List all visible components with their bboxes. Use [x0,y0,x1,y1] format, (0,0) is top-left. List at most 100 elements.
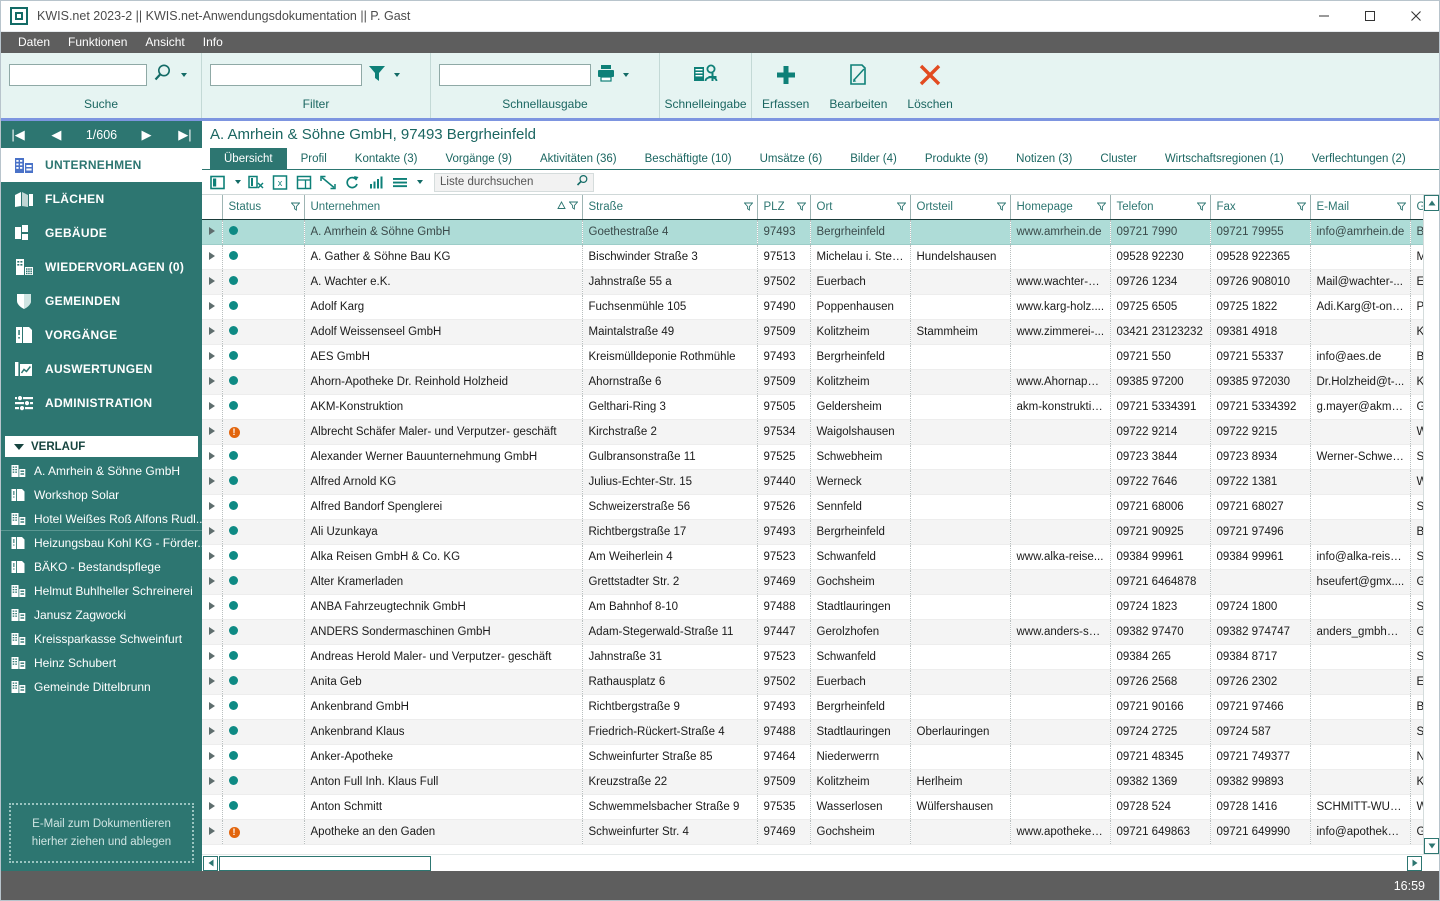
filter-icon[interactable] [1396,202,1406,212]
row-expander[interactable] [202,644,223,670]
col-status[interactable]: Status [222,195,305,220]
search-caret-icon[interactable] [181,73,187,77]
filter-icon[interactable] [290,202,300,212]
sidebar-item-vorgaenge[interactable]: VORGÄNGE [1,318,202,352]
sidebar-item-wiedervorlagen[interactable]: WIEDERVORLAGEN (0) [1,250,202,284]
table-row[interactable]: Anton Schmitt Schwemmelsbacher Straße 9 97… [202,794,1423,820]
list-item[interactable]: Kreissparkasse Schweinfurt [1,627,202,651]
table-row[interactable]: Adolf Weissenseel GmbH Maintalstraße 49 97… [202,319,1423,345]
row-expander[interactable] [202,444,223,470]
list-item[interactable]: Hotel Weißes Roß Alfons Rudl... [1,507,202,531]
table-row[interactable]: Alfred Arnold KG Julius-Echter-Str. 15 974… [202,469,1423,495]
pager-next-button[interactable]: ▶ [138,127,156,143]
table-row[interactable]: ANDERS Sondermaschinen GmbH Adam-Stegerwa… [202,619,1423,645]
tab-profil[interactable]: Profil [287,148,341,169]
table-row[interactable]: Ankenbrand Klaus Friedrich-Rückert-Straße… [202,719,1423,745]
columns-icon[interactable] [208,173,228,191]
tab-notizen[interactable]: Notizen (3) [1002,148,1086,169]
menu-item-info[interactable]: Info [194,32,232,53]
sidebar-item-flaechen[interactable]: FLÄCHEN [1,182,202,216]
table-row[interactable]: Anker-Apotheke Schweinfurter Straße 85 974… [202,744,1423,770]
table-row[interactable]: Ankenbrand GmbH Richtbergstraße 9 97493 Ber… [202,694,1423,720]
tab-cluster[interactable]: Cluster [1086,148,1150,169]
table-row[interactable]: Ahorn-Apotheke Dr. Reinhold Holzheid Ahor… [202,369,1423,395]
filter-icon[interactable] [1296,202,1306,212]
row-expander[interactable] [202,344,223,370]
filter-caret-icon[interactable] [394,73,400,77]
tab-wirtschaftsregionen[interactable]: Wirtschaftsregionen (1) [1151,148,1298,169]
row-expander[interactable] [202,419,223,445]
col-strasse[interactable]: Straße [582,195,758,220]
col-telefon[interactable]: Telefon [1110,195,1211,220]
columns-caret-icon[interactable] [232,173,242,191]
scroll-up-button[interactable] [1424,195,1439,211]
list-item[interactable]: Heinz Schubert [1,651,202,675]
print-caret-icon[interactable] [623,73,629,77]
row-expander[interactable] [202,794,223,820]
minimize-icon[interactable] [1301,1,1347,32]
list-item[interactable]: Janusz Zagwocki [1,603,202,627]
pager-first-button[interactable]: |◀ [9,127,27,143]
sidebar-item-administration[interactable]: ADMINISTRATION [1,386,202,420]
sidebar-item-unternehmen[interactable]: UNTERNEHMEN [1,148,202,182]
row-expander[interactable] [202,244,223,270]
row-expander[interactable] [202,619,223,645]
tab-kontakte[interactable]: Kontakte (3) [341,148,432,169]
table-row[interactable]: ! Apotheke an den Gaden Schweinfurter Str.… [202,819,1423,845]
table-row[interactable]: Adolf Karg Fuchsenmühle 105 97490 Poppenhau… [202,294,1423,320]
table-row[interactable]: A. Gather & Söhne Bau KG Bischwinder Stra… [202,244,1423,270]
row-expander[interactable] [202,769,223,795]
erfassen-button[interactable]: Erfassen [752,53,819,118]
table-row[interactable]: AKM-Konstruktion Gelthari-Ring 3 97505 Geld… [202,394,1423,420]
list-item[interactable]: Workshop Solar [1,483,202,507]
col-unternehmen[interactable]: Unternehmen [304,195,583,220]
col-homepage[interactable]: Homepage [1010,195,1111,220]
row-expander[interactable] [202,569,223,595]
horizontal-scrollbar[interactable] [202,854,1439,871]
magnifier-icon[interactable] [151,61,175,90]
table-row[interactable]: Alter Kramerladen Grettstadter Str. 2 9746… [202,569,1423,595]
funnel-icon[interactable] [366,62,388,89]
filter-icon[interactable] [996,202,1006,212]
filter-icon[interactable] [1196,202,1206,212]
scroll-track-horizontal[interactable] [431,856,1406,871]
col-fax[interactable]: Fax [1210,195,1311,220]
pager-last-button[interactable]: ▶| [176,127,194,143]
row-expander[interactable] [202,394,223,420]
table-row[interactable]: Alfred Bandorf Spenglerei Schweizerstraße… [202,494,1423,520]
filter-icon[interactable] [743,202,753,212]
tab-uebersicht[interactable]: Übersicht [210,148,287,169]
table-row[interactable]: Anton Full Inh. Klaus Full Kreuzstraße 22… [202,769,1423,795]
menu-caret-icon[interactable] [414,173,424,191]
tab-bilder[interactable]: Bilder (4) [836,148,911,169]
remove-column-icon[interactable] [246,173,266,191]
list-item[interactable]: Gemeinde Dittelbrunn [1,675,202,699]
table-layout-icon[interactable] [294,173,314,191]
row-expander[interactable] [202,744,223,770]
table-row[interactable]: AES GmbH Kreismülldeponie Rothmühle 97493 B… [202,344,1423,370]
statistics-icon[interactable] [366,173,386,191]
row-expander[interactable] [202,294,223,320]
tab-aktivitaeten[interactable]: Aktivitäten (36) [526,148,631,169]
email-dropzone[interactable]: E-Mail zum Dokumentieren hierher ziehen … [9,803,194,863]
menu-item-daten[interactable]: Daten [9,32,59,53]
expand-icon[interactable] [318,173,338,191]
row-expander[interactable] [202,319,223,345]
scroll-track[interactable] [1424,211,1439,838]
sort-asc-icon[interactable] [556,200,566,213]
table-row[interactable]: Alexander Werner Bauunternehmung GmbH Gul… [202,444,1423,470]
table-row[interactable]: ! Albrecht Schäfer Maler- und Verputzer- … [202,419,1423,445]
col-email[interactable]: E-Mail [1310,195,1411,220]
menu-item-funktionen[interactable]: Funktionen [59,32,136,53]
row-expander[interactable] [202,719,223,745]
list-item[interactable]: Heizungsbau Kohl KG - Förder... [1,531,202,555]
table-row[interactable]: Alka Reisen GmbH & Co. KG Am Weiherlein 4… [202,544,1423,570]
col-ortsteil[interactable]: Ortsteil [910,195,1011,220]
printer-icon[interactable] [595,62,617,89]
row-expander[interactable] [202,219,223,245]
menu-lines-icon[interactable] [390,173,410,191]
row-expander[interactable] [202,369,223,395]
list-search-input[interactable]: Liste durchsuchen [434,172,594,192]
sidebar-item-gebaeude[interactable]: GEBÄUDE [1,216,202,250]
scroll-right-button[interactable] [1407,855,1422,871]
